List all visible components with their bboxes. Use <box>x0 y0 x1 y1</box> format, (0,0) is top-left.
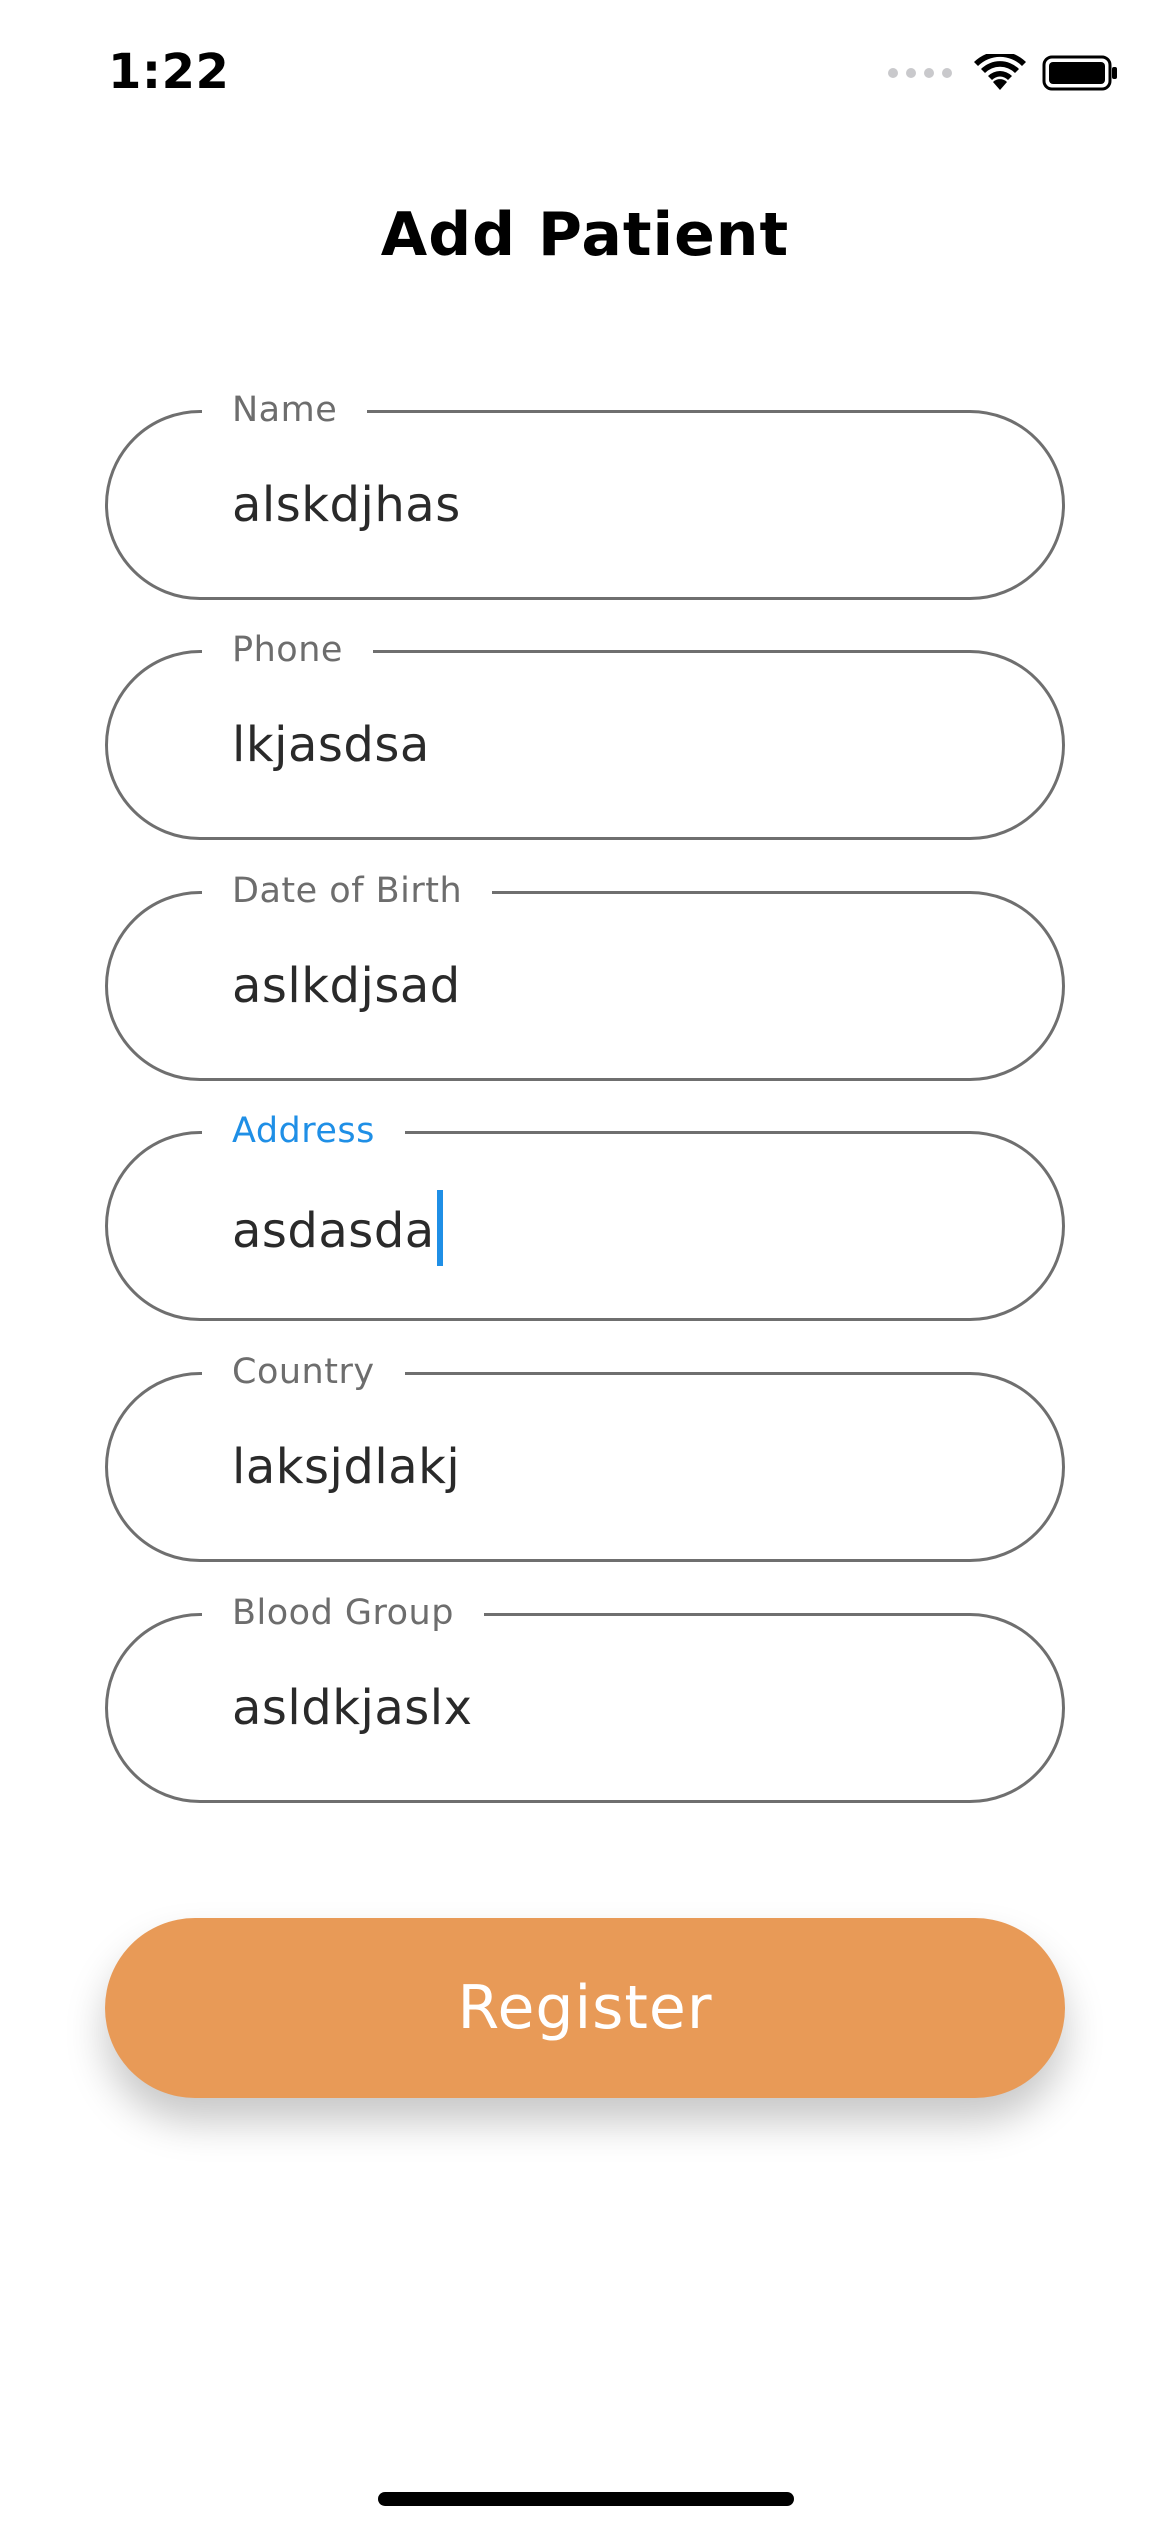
text-caret <box>436 1190 443 1266</box>
home-indicator[interactable] <box>378 2492 794 2506</box>
date-of-birth-field-label: Date of Birth <box>202 868 493 914</box>
country-field-value[interactable]: laksjdlakj <box>232 1437 460 1497</box>
phone-field-label: Phone <box>202 627 373 673</box>
blood-group-field-value[interactable]: asldkjaslx <box>232 1678 473 1738</box>
blood-group-field[interactable]: Blood Group asldkjaslx <box>105 1590 1065 1803</box>
status-icons <box>888 48 1118 98</box>
register-button-label: Register <box>457 1973 713 2043</box>
cellular-signal-icon <box>888 68 952 78</box>
address-field-value-wrap[interactable]: asdasda <box>232 1190 443 1272</box>
battery-icon <box>1042 54 1118 92</box>
name-field[interactable]: Name alskdjhas <box>105 387 1065 600</box>
wifi-icon <box>974 54 1026 92</box>
country-field[interactable]: Country laksjdlakj <box>105 1349 1065 1562</box>
phone-field-value[interactable]: lkjasdsa <box>232 715 430 775</box>
status-bar: 1:22 <box>0 0 1170 140</box>
page-title: Add Patient <box>380 200 790 270</box>
name-field-label: Name <box>202 387 368 433</box>
blood-group-field-label: Blood Group <box>202 1590 484 1636</box>
name-field-value[interactable]: alskdjhas <box>232 475 461 535</box>
date-of-birth-field-value[interactable]: aslkdjsad <box>232 956 461 1016</box>
date-of-birth-field[interactable]: Date of Birth aslkdjsad <box>105 868 1065 1081</box>
address-field-label: Address <box>202 1108 405 1154</box>
address-field[interactable]: Address asdasda <box>105 1108 1065 1321</box>
address-field-value[interactable]: asdasda <box>232 1203 435 1259</box>
register-button[interactable]: Register <box>105 1918 1065 2098</box>
status-time: 1:22 <box>108 44 230 100</box>
phone-field[interactable]: Phone lkjasdsa <box>105 627 1065 840</box>
country-field-label: Country <box>202 1349 405 1395</box>
